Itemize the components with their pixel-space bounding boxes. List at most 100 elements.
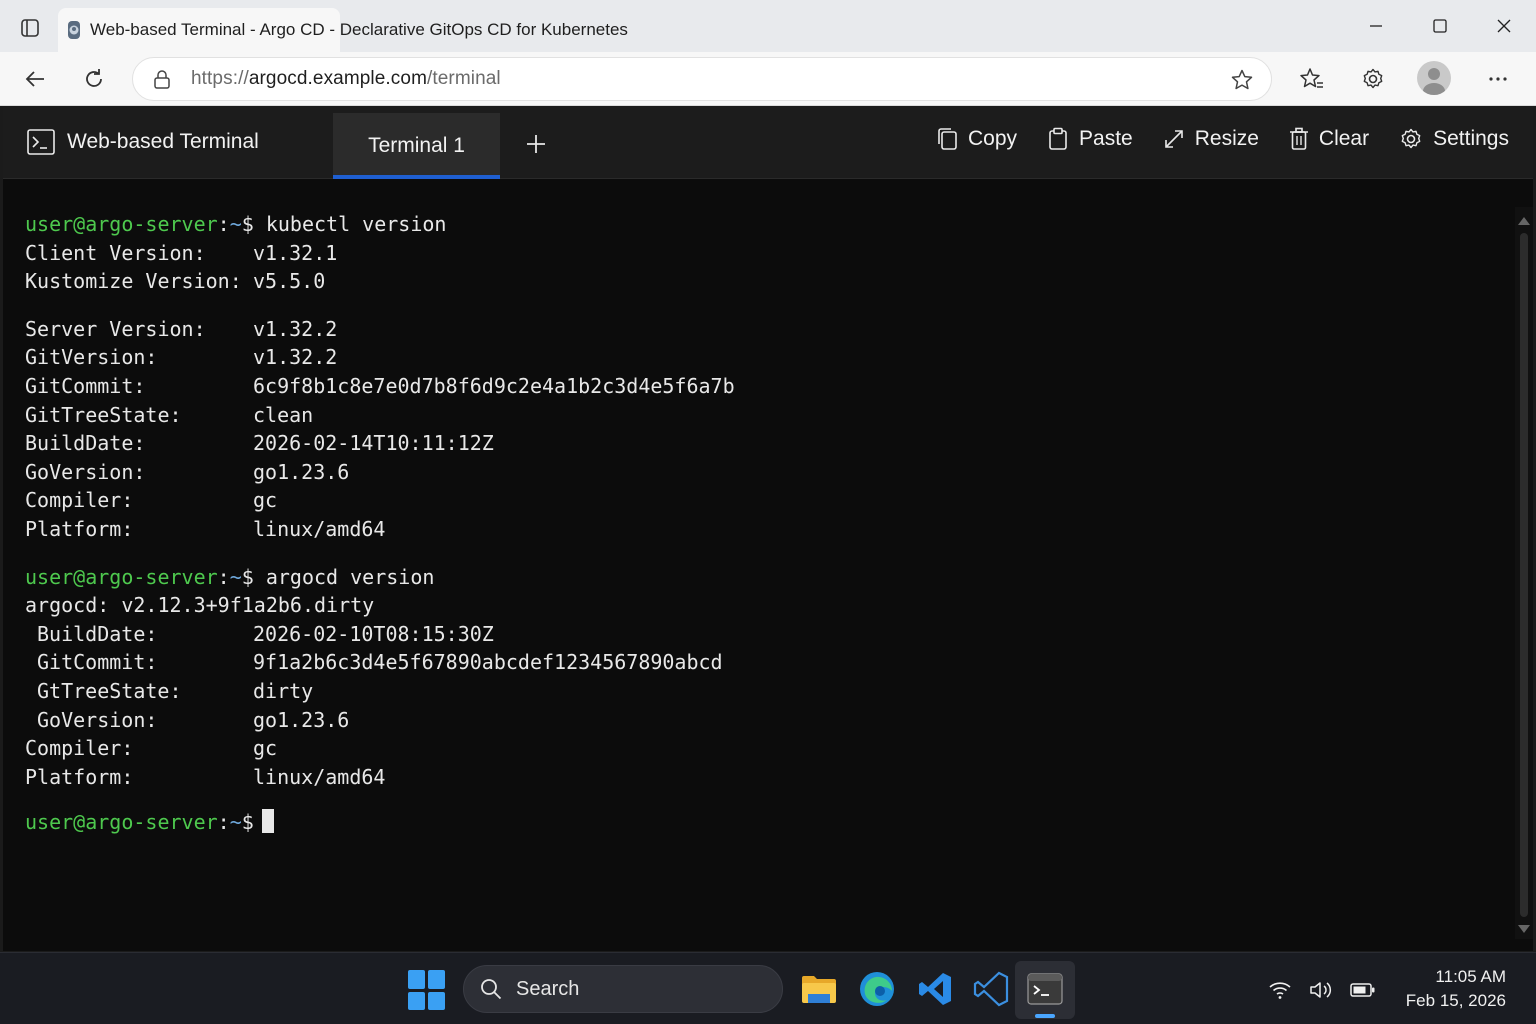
search-icon	[481, 979, 502, 1000]
terminal-toolbar: Copy Paste Resize Clear Settings	[936, 127, 1509, 151]
prompt-user: user@argo-server	[25, 564, 218, 589]
tab-terminal-1[interactable]: Terminal 1	[333, 113, 500, 179]
app-header: Web-based Terminal Terminal 1 Copy Paste…	[3, 107, 1533, 179]
output-key: GitTreeState:	[25, 402, 182, 427]
vscode-insiders-icon[interactable]	[969, 967, 1013, 1011]
extensions-gear-icon[interactable]	[1354, 60, 1392, 98]
output-key: Platform:	[25, 516, 134, 541]
prompt-user: user@argo-server	[25, 810, 218, 835]
active-prompt-line[interactable]: user@argo-server:~$	[25, 808, 1513, 837]
output-value: clean	[253, 402, 314, 427]
output-row: BuildDate: 2026-02-10T08:15:30Z	[25, 620, 1513, 649]
wifi-icon[interactable]	[1267, 977, 1293, 1003]
resize-button[interactable]: Resize	[1163, 127, 1259, 151]
output-key: GoVersion:	[37, 707, 158, 732]
output-key: Compiler:	[25, 736, 134, 761]
windows-start-icon[interactable]	[408, 970, 448, 1010]
output-row: GtTreeState: dirty	[25, 677, 1513, 706]
prompt-separator: :	[217, 564, 230, 589]
address-bar[interactable]: https://argocd.example.com/terminal	[132, 57, 1272, 101]
url-text: https://argocd.example.com/terminal	[191, 68, 501, 90]
scroll-up-arrow-icon[interactable]	[1518, 217, 1530, 225]
taskbar: Search 11:05 AM Feb 15, 2026	[0, 952, 1536, 1024]
close-icon[interactable]	[1472, 0, 1536, 52]
output-value: gc	[253, 488, 278, 513]
output-value: go1.23.6	[253, 707, 350, 732]
output-value: 6c9f8b1c8e7e0d7b8f6d9c2e4a1b2c3d4e5f6a7b	[253, 373, 735, 398]
output-row: GoVersion: go1.23.6	[25, 706, 1513, 735]
output-key: GoVersion:	[25, 459, 146, 484]
prompt-separator: :	[217, 212, 230, 236]
terminal-output[interactable]: user@argo-server:~$ kubectl version Clie…	[3, 180, 1513, 950]
url-host: argocd.example.com	[248, 68, 427, 89]
windows-terminal-icon[interactable]	[1023, 967, 1067, 1011]
prompt-path: ~	[229, 564, 242, 589]
settings-button[interactable]: Settings	[1399, 127, 1509, 151]
trash-icon	[1289, 127, 1308, 150]
output-row: Kustomize Version: v5.5.0	[25, 267, 1513, 296]
refresh-icon[interactable]	[75, 60, 113, 98]
browser-navbar: https://argocd.example.com/terminal	[0, 52, 1536, 106]
copy-button[interactable]: Copy	[936, 127, 1017, 151]
paste-button[interactable]: Paste	[1047, 127, 1133, 151]
output-key: Kustomize Version:	[25, 269, 242, 294]
copy-icon	[938, 128, 957, 150]
output-value: v5.5.0	[253, 269, 326, 294]
terminal-app: Web-based Terminal Terminal 1 Copy Paste…	[3, 107, 1533, 951]
output-row: Compiler: gc	[25, 486, 1513, 515]
edge-browser-icon[interactable]	[855, 967, 899, 1011]
search-label: Search	[516, 977, 580, 1000]
output-value: 2026-02-14T10:11:12Z	[253, 431, 494, 456]
output-value: linux/amd64	[253, 764, 386, 789]
tab-title: Web-based Terminal - Argo CD - Declarati…	[90, 20, 628, 39]
output-row: Client Version: v1.32.1	[25, 239, 1513, 268]
clock-time: 11:05 AM	[1435, 967, 1506, 986]
output-row: GitCommit: 6c9f8b1c8e7e0d7b8f6d9c2e4a1b2c…	[25, 372, 1513, 401]
favorites-icon[interactable]	[1293, 60, 1331, 98]
file-explorer-icon[interactable]	[797, 967, 841, 1011]
output-key: BuildDate:	[37, 621, 158, 646]
terminal-scrollbar[interactable]	[1515, 207, 1533, 939]
output-value: 2026-02-10T08:15:30Z	[253, 621, 494, 646]
prompt-symbol: $	[241, 810, 254, 835]
maximize-icon[interactable]	[1408, 0, 1472, 52]
tab-actions-icon[interactable]	[14, 14, 46, 42]
profile-avatar[interactable]	[1417, 61, 1451, 95]
resize-label: Resize	[1194, 127, 1259, 150]
output-row: Platform: linux/amd64	[25, 515, 1513, 544]
battery-icon[interactable]	[1350, 977, 1376, 1003]
browser-tab[interactable]: Web-based Terminal - Argo CD - Declarati…	[58, 8, 628, 52]
window-controls	[1344, 0, 1536, 52]
active-tab-indicator	[333, 175, 500, 179]
settings-label: Settings	[1433, 127, 1509, 150]
output-value: gc	[253, 736, 278, 761]
scroll-down-arrow-icon[interactable]	[1518, 925, 1530, 933]
prompt-symbol: $	[241, 564, 254, 589]
active-app-indicator	[1035, 1014, 1055, 1018]
url-path: /terminal	[427, 68, 501, 89]
favorite-star-icon[interactable]	[1229, 67, 1255, 93]
output-row: GitCommit: 9f1a2b6c3d4e5f67890abcdef12345…	[25, 648, 1513, 677]
command-text: kubectl version	[253, 212, 447, 236]
clear-button[interactable]: Clear	[1289, 127, 1369, 151]
volume-icon[interactable]	[1308, 977, 1334, 1003]
prompt-symbol: $	[241, 212, 254, 236]
output-key: Compiler:	[25, 488, 134, 513]
output-key: Client Version:	[25, 240, 206, 265]
minimize-icon[interactable]	[1344, 0, 1408, 52]
back-arrow-icon[interactable]	[16, 60, 54, 98]
more-options-icon[interactable]	[1479, 60, 1517, 98]
output-row: GoVersion: go1.23.6	[25, 458, 1513, 487]
output-key: GtTreeState:	[37, 678, 182, 703]
prompt-path: ~	[229, 810, 242, 835]
scroll-track[interactable]	[1520, 233, 1528, 917]
add-tab-plus-icon[interactable]	[521, 129, 551, 159]
output-row: Server Version: v1.32.2	[25, 315, 1513, 344]
system-clock[interactable]: 11:05 AM Feb 15, 2026	[1406, 965, 1506, 1013]
lock-icon[interactable]	[151, 68, 173, 90]
vscode-icon[interactable]	[913, 967, 957, 1011]
output-line: argocd: v2.12.3+9f1a2b6.dirty	[25, 593, 375, 618]
taskbar-search[interactable]: Search	[463, 965, 783, 1013]
output-key: Server Version:	[25, 316, 206, 341]
